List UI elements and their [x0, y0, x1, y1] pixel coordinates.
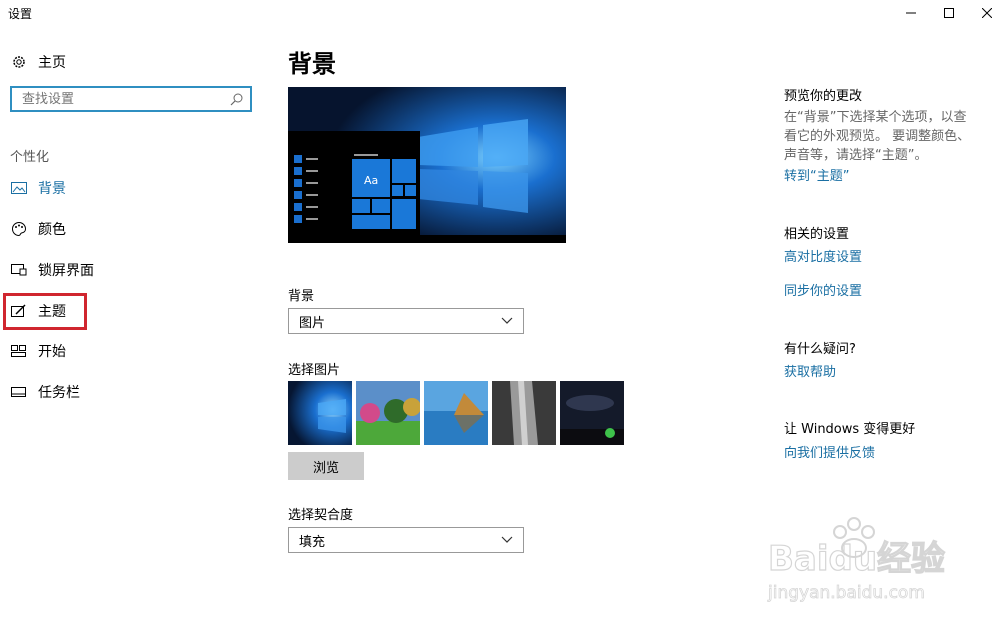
fit-dropdown[interactable]: 填充	[288, 527, 524, 553]
palette-icon	[10, 220, 28, 238]
close-button[interactable]	[964, 0, 1000, 26]
baidu-watermark: Baidu经验 jingyan.baidu.com	[760, 510, 980, 610]
sync-settings-link[interactable]: 同步你的设置	[784, 280, 862, 299]
page-title: 背景	[288, 50, 336, 78]
sidebar-item-label: 颜色	[38, 222, 66, 238]
annotation-highlight-box	[3, 293, 87, 330]
high-contrast-link[interactable]: 高对比度设置	[784, 246, 862, 265]
browse-button[interactable]: 浏览	[288, 452, 364, 480]
background-dropdown-value: 图片	[299, 315, 326, 331]
search-input[interactable]	[20, 88, 224, 111]
sidebar-item-label: 开始	[38, 344, 66, 360]
sidebar-item-label: 任务栏	[38, 385, 80, 401]
preview-description: 在“背景”下选择某个选项，以查看它的外观预览。 要调整颜色、声音等，请选择“主题…	[784, 110, 971, 163]
background-dropdown[interactable]: 图片	[288, 308, 524, 334]
title-bar: 设置	[0, 0, 1000, 26]
sidebar: 主页 个性化 背景 颜色 锁屏界面 主题 开始	[0, 26, 270, 621]
sidebar-item-lock-screen[interactable]: 锁屏界面	[10, 258, 94, 282]
theme-link[interactable]: 转到“主题”	[784, 165, 849, 184]
maximize-icon	[944, 8, 954, 18]
picture-thumbnail-lake[interactable]	[424, 381, 488, 445]
chevron-down-icon	[501, 533, 513, 548]
watermark-url: jingyan.baidu.com	[767, 583, 925, 603]
search-icon[interactable]	[230, 91, 244, 110]
picture-thumbnail-windows[interactable]	[288, 381, 352, 445]
watermark-logo-text: Baidu经验	[768, 539, 945, 579]
chevron-down-icon	[501, 314, 513, 329]
sidebar-item-label: 背景	[38, 181, 66, 197]
window-title: 设置	[8, 7, 33, 21]
sidebar-item-label: 锁屏界面	[38, 263, 94, 279]
preview-heading: 预览你的更改	[784, 89, 863, 104]
feedback-link[interactable]: 向我们提供反馈	[784, 442, 875, 461]
search-box[interactable]	[10, 86, 252, 112]
close-icon	[982, 8, 992, 18]
picture-thumbnails	[288, 381, 624, 445]
sidebar-item-taskbar[interactable]: 任务栏	[10, 380, 80, 404]
related-settings-heading: 相关的设置	[784, 227, 850, 242]
picture-thumbnail-night-sky[interactable]	[560, 381, 624, 445]
lock-screen-icon	[10, 261, 28, 279]
choose-picture-label: 选择图片	[288, 363, 341, 378]
get-help-link[interactable]: 获取帮助	[784, 361, 836, 380]
preview-tile-text: Aa	[364, 174, 378, 187]
sidebar-item-start[interactable]: 开始	[10, 339, 66, 363]
background-label: 背景	[288, 289, 315, 304]
picture-icon	[10, 179, 28, 197]
home-label: 主页	[38, 55, 66, 71]
home-nav-item[interactable]: 主页	[10, 51, 66, 73]
fit-dropdown-value: 填充	[299, 534, 326, 550]
sidebar-item-background[interactable]: 背景	[10, 176, 66, 200]
improve-windows-heading: 让 Windows 变得更好	[784, 422, 916, 437]
question-heading: 有什么疑问?	[784, 342, 856, 357]
section-heading: 个性化	[10, 150, 50, 165]
sidebar-item-colors[interactable]: 颜色	[10, 217, 66, 241]
start-grid-icon	[10, 342, 28, 360]
picture-thumbnail-park[interactable]	[356, 381, 421, 445]
desktop-preview: Aa	[288, 87, 566, 243]
picture-thumbnail-rock[interactable]	[492, 381, 556, 445]
fit-label: 选择契合度	[288, 508, 354, 523]
minimize-icon	[906, 12, 916, 14]
gear-icon	[10, 53, 28, 71]
taskbar-icon	[10, 383, 28, 401]
